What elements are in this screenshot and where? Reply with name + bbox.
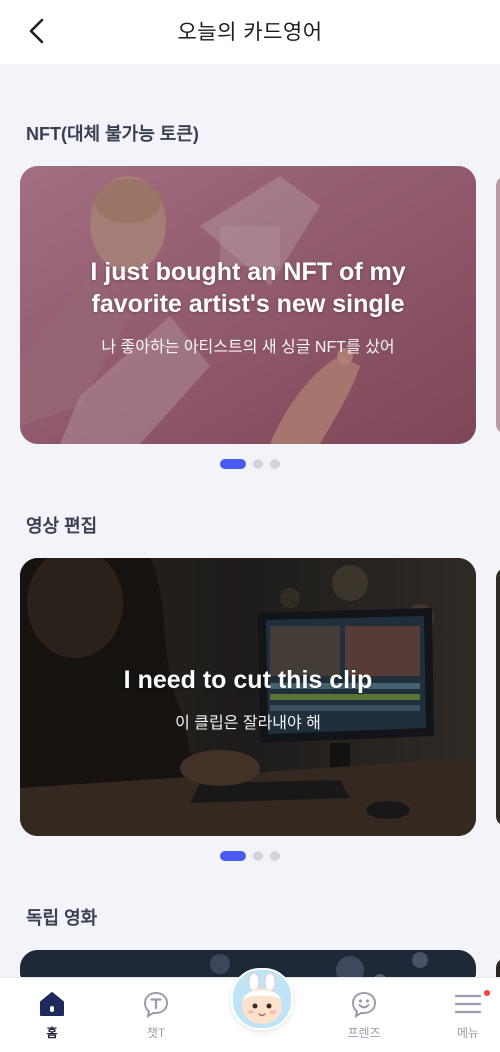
card-nft[interactable]: I just bought an NFT of my favorite arti… — [20, 166, 476, 444]
tab-home-label: 홈 — [46, 1026, 58, 1040]
character-avatar — [233, 970, 291, 1028]
section-title-video-editing: 영상 편집 — [26, 516, 98, 536]
card-korean-text: 이 클립은 잘라내야 해 — [175, 715, 321, 732]
tab-chat-t[interactable]: 챗T — [116, 978, 196, 1052]
home-icon — [40, 992, 64, 1016]
tab-friends[interactable]: 프렌즈 — [324, 978, 404, 1052]
app-header: 오늘의 카드영어 — [0, 0, 500, 64]
tab-home[interactable]: 홈 — [12, 978, 92, 1052]
bottom-tab-bar: 홈 챗T 프렌즈 메뉴 — [0, 968, 500, 1052]
card-english-line-1: I just bought an NFT of my — [90, 258, 406, 286]
carousel-dot-1[interactable] — [220, 851, 246, 861]
menu-notification-badge — [484, 990, 490, 996]
carousel-dots-video-editing — [0, 851, 500, 861]
card-korean-text: 나 좋아하는 아티스트의 새 싱글 NFT를 샀어 — [101, 339, 395, 356]
section-title-nft: NFT(대체 불가능 토큰) — [26, 124, 199, 144]
tab-friends-label: 프렌즈 — [347, 1026, 381, 1040]
chat-t-icon — [143, 991, 169, 1018]
tab-menu[interactable]: 메뉴 — [428, 978, 500, 1052]
card-carousel-video-editing[interactable]: I need to cut this clip 이 클립은 잘라내야 해 — [20, 558, 476, 836]
tab-menu-label: 메뉴 — [456, 1026, 480, 1040]
carousel-dot-3[interactable] — [270, 851, 280, 861]
card-carousel-nft[interactable]: I just bought an NFT of my favorite arti… — [20, 166, 476, 444]
carousel-dots-nft — [0, 459, 500, 469]
video-editing-card-image — [20, 558, 476, 836]
smile-chat-icon — [351, 991, 377, 1018]
carousel-dot-2[interactable] — [253, 459, 263, 469]
carousel-dot-3[interactable] — [270, 459, 280, 469]
card-video-editing[interactable]: I need to cut this clip 이 클립은 잘라내야 해 — [20, 558, 476, 836]
section-title-indie-film: 독립 영화 — [26, 908, 98, 928]
carousel-dot-2[interactable] — [253, 851, 263, 861]
tab-chat-t-label: 챗T — [146, 1026, 166, 1040]
character-avatar-button[interactable] — [231, 968, 293, 1030]
next-card-peek[interactable] — [496, 176, 500, 434]
page-title: 오늘의 카드영어 — [177, 21, 323, 44]
next-card-peek[interactable] — [496, 568, 500, 826]
card-english-line-2: favorite artist's new single — [91, 290, 405, 318]
carousel-dot-1[interactable] — [220, 459, 246, 469]
card-english-line-1: I need to cut this clip — [123, 666, 373, 694]
hamburger-menu-icon — [454, 994, 482, 1014]
